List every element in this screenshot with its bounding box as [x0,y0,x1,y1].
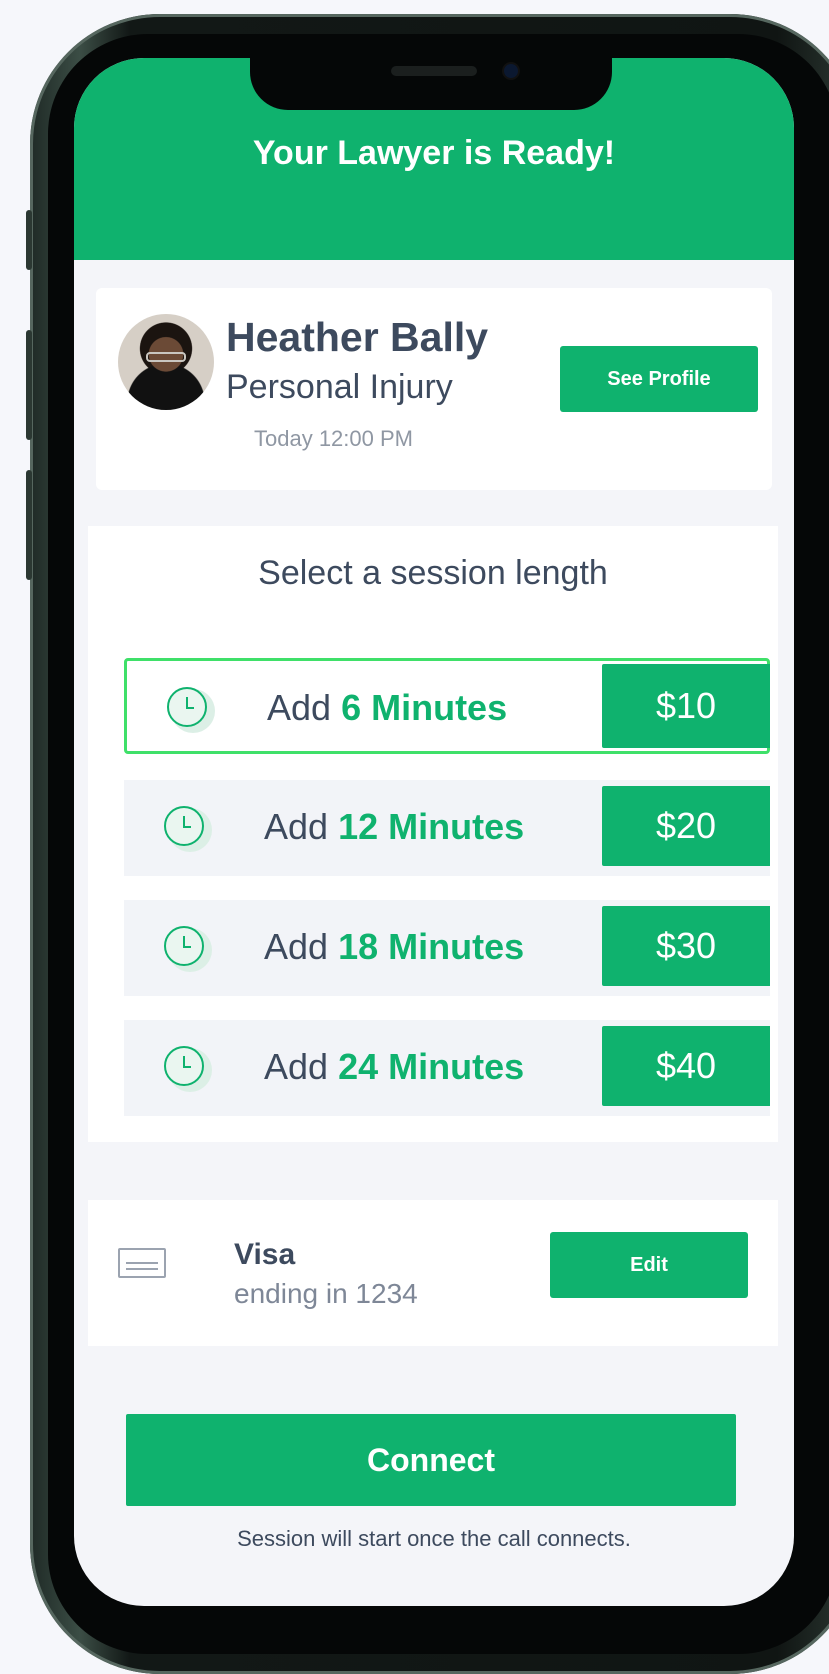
option-minutes: 6 Minutes [341,687,508,728]
card-brand: Visa [234,1238,296,1271]
front-camera [504,64,518,78]
payment-card: Visa ending in 1234 Edit [88,1200,778,1346]
clock-icon [167,687,207,727]
see-profile-button[interactable]: See Profile [560,346,758,412]
option-prefix: Add [267,687,332,728]
option-minutes: 18 Minutes [338,926,525,967]
session-option-label: Add 6 Minutes [267,687,507,729]
clock-icon [164,1046,204,1086]
appointment-time: Today 12:00 PM [254,426,413,451]
option-prefix: Add [264,926,329,967]
price-button[interactable]: $10 [602,664,770,748]
speaker-grille [391,66,477,76]
price-button[interactable]: $20 [602,786,770,866]
phone-side-button [26,330,32,440]
session-option-label: Add 12 Minutes [264,806,524,848]
app-screen: Your Lawyer is Ready! Heather Bally Pers… [74,58,794,1606]
phone-side-button [26,210,32,270]
clock-icon [164,926,204,966]
lawyer-card: Heather Bally Personal Injury Today 12:0… [96,288,772,490]
credit-card-icon [118,1248,166,1278]
session-option-6[interactable]: Add 6 Minutes $10 [124,658,770,754]
avatar-glasses [146,352,186,362]
session-card: Select a session length Add 6 Minutes $1… [88,526,778,1142]
session-option-18[interactable]: Add 18 Minutes $30 [124,900,770,996]
lawyer-specialty: Personal Injury [226,368,453,406]
option-prefix: Add [264,1046,329,1087]
option-prefix: Add [264,806,329,847]
option-minutes: 12 Minutes [338,806,525,847]
page-title: Your Lawyer is Ready! [252,134,616,172]
session-footnote: Session will start once the call connect… [237,1526,631,1551]
lawyer-name: Heather Bally [226,314,489,360]
session-option-12[interactable]: Add 12 Minutes $20 [124,780,770,876]
edit-payment-button[interactable]: Edit [550,1232,748,1298]
session-heading: Select a session length [258,554,608,592]
avatar [118,314,214,410]
clock-icon [164,806,204,846]
session-option-label: Add 18 Minutes [264,926,524,968]
price-button[interactable]: $40 [602,1026,770,1106]
option-minutes: 24 Minutes [338,1046,525,1087]
price-button[interactable]: $30 [602,906,770,986]
connect-button[interactable]: Connect [126,1414,736,1506]
phone-side-button [26,470,32,580]
session-option-label: Add 24 Minutes [264,1046,524,1088]
card-detail: ending in 1234 [234,1278,418,1309]
session-option-24[interactable]: Add 24 Minutes $40 [124,1020,770,1116]
phone-notch [250,58,612,110]
